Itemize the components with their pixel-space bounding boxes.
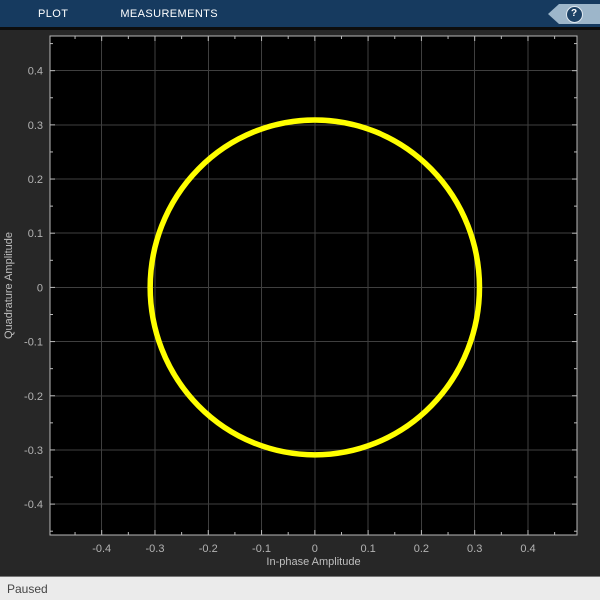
y-tick-label: 0.3 [28, 120, 43, 132]
x-tick-label: 0.3 [467, 543, 482, 555]
x-tick-label: -0.4 [92, 543, 111, 555]
axes-background [50, 36, 577, 535]
x-tick-label: 0.4 [520, 543, 535, 555]
y-tick-label: -0.4 [24, 499, 43, 511]
x-tick-label: -0.3 [145, 543, 164, 555]
y-tick-label: 0.2 [28, 174, 43, 186]
toolstrip: PLOT MEASUREMENTS ? [0, 0, 600, 27]
y-tick-label: -0.3 [24, 445, 43, 457]
y-tick-label: -0.1 [24, 337, 43, 349]
y-axis-label: Quadrature Amplitude [3, 232, 15, 339]
x-axis-label: In-phase Amplitude [266, 556, 360, 568]
status-text: Paused [7, 581, 48, 596]
x-tick-label: 0.2 [414, 543, 429, 555]
constellation-diagram-window: PLOT MEASUREMENTS ? -0.4 -0.3 -0.2 -0.1 0 0.1… [0, 0, 600, 600]
help-button[interactable]: ? [565, 5, 583, 23]
x-tick-label: 0.1 [360, 543, 375, 555]
tab-plot[interactable]: PLOT [20, 8, 86, 20]
x-tick-label: -0.2 [199, 543, 218, 555]
x-tick-label: -0.1 [252, 543, 271, 555]
y-tick-label: 0 [37, 282, 43, 294]
tab-measurements[interactable]: MEASUREMENTS [102, 8, 236, 20]
toolstrip-collapse-arrow-icon[interactable]: ? [548, 4, 600, 24]
y-tick-label: -0.2 [24, 391, 43, 403]
y-tick-label: 0.1 [28, 228, 43, 240]
x-tick-label: 0 [312, 543, 318, 555]
constellation-plot: -0.4 -0.3 -0.2 -0.1 0 0.1 0.2 0.3 0.4 -0.4 -0.3 -0.… [3, 35, 578, 568]
figure-area: -0.4 -0.3 -0.2 -0.1 0 0.1 0.2 0.3 0.4 -0.4 -0.3 -0.… [0, 30, 600, 576]
status-bar: Paused [0, 576, 600, 600]
y-tick-label: 0.4 [28, 66, 43, 78]
